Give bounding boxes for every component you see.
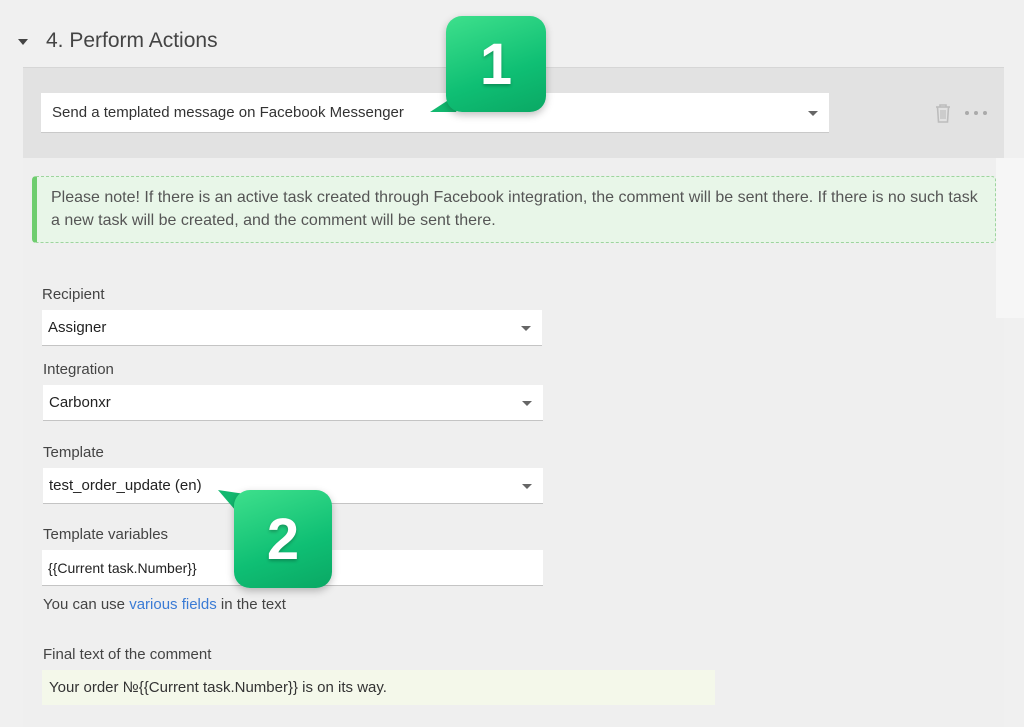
chevron-down-icon bbox=[808, 110, 818, 116]
integration-value: Carbonxr bbox=[49, 394, 111, 411]
template-variables-value: {{Current task.Number}} bbox=[48, 559, 197, 576]
callout-1-number: 1 bbox=[446, 16, 546, 112]
template-value: test_order_update (en) bbox=[49, 477, 202, 494]
fields-hint: You can use various fields in the text bbox=[43, 596, 286, 613]
action-body bbox=[23, 158, 1004, 727]
template-variables-label: Template variables bbox=[43, 526, 169, 543]
action-type-value: Send a templated message on Facebook Mes… bbox=[52, 104, 404, 121]
callout-2-number: 2 bbox=[234, 490, 332, 588]
integration-select[interactable]: Carbonxr bbox=[43, 385, 543, 421]
final-text-preview: Your order №{{Current task.Number}} is o… bbox=[42, 670, 715, 705]
chevron-down-icon bbox=[522, 483, 532, 489]
recipient-label: Recipient bbox=[42, 286, 105, 303]
hint-prefix: You can use bbox=[43, 596, 130, 613]
trash-icon[interactable] bbox=[933, 102, 953, 124]
callout-1: 1 bbox=[430, 16, 548, 116]
recipient-value: Assigner bbox=[48, 319, 107, 336]
more-icon[interactable] bbox=[965, 106, 987, 120]
hint-suffix: in the text bbox=[216, 596, 286, 613]
panel-edge bbox=[996, 158, 1024, 318]
recipient-select[interactable]: Assigner bbox=[42, 310, 542, 346]
callout-2: 2 bbox=[218, 488, 334, 590]
chevron-down-icon bbox=[521, 325, 531, 331]
final-text-value: Your order №{{Current task.Number}} is o… bbox=[49, 679, 387, 696]
various-fields-link[interactable]: various fields bbox=[129, 596, 217, 613]
integration-label: Integration bbox=[43, 361, 114, 378]
section-title: 4. Perform Actions bbox=[46, 29, 218, 52]
page: 4. Perform Actions Send a templated mess… bbox=[0, 0, 1024, 727]
final-text-label: Final text of the comment bbox=[43, 646, 212, 663]
info-note: Please note! If there is an active task … bbox=[32, 176, 996, 243]
template-label: Template bbox=[43, 444, 104, 461]
chevron-down-icon bbox=[522, 400, 532, 406]
section-header[interactable]: 4. Perform Actions bbox=[18, 26, 218, 56]
caret-down-icon[interactable] bbox=[18, 39, 28, 45]
